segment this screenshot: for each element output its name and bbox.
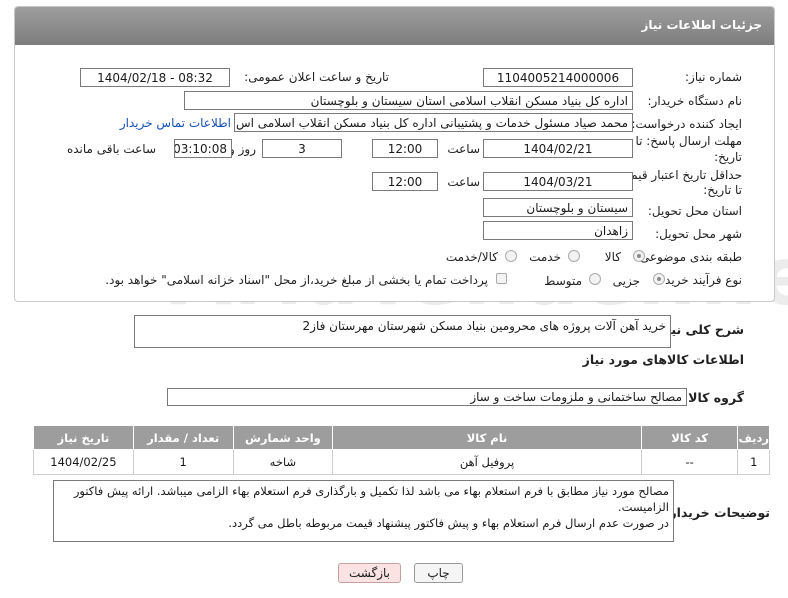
col-date: تاریخ نیاز bbox=[33, 425, 134, 450]
buyer-notes-label: توضیحات خریدار: bbox=[664, 505, 770, 520]
need-number-label: شماره نیاز: bbox=[685, 70, 742, 84]
category-both-radio[interactable] bbox=[505, 250, 517, 262]
need-number-field: 1104005214000006 bbox=[483, 68, 633, 87]
category-both-label: کالا/خدمت bbox=[445, 250, 498, 264]
cell-code: -- bbox=[640, 449, 739, 475]
goods-group-label: گروه کالا: bbox=[683, 390, 744, 405]
announce-label: تاریخ و ساعت اعلان عمومی: bbox=[244, 70, 389, 84]
announce-field: 1404/02/18 - 08:32 bbox=[80, 68, 230, 87]
category-service-label: خدمت bbox=[529, 250, 561, 264]
process-medium-label: متوسط bbox=[544, 274, 582, 288]
col-unit: واحد شمارش bbox=[232, 425, 334, 450]
col-name: نام کالا bbox=[332, 425, 642, 450]
panel-header: جزئیات اطلاعات نیاز bbox=[15, 7, 774, 45]
city-label: شهر محل تحویل: bbox=[655, 227, 742, 241]
reply-deadline-label-2: تاریخ: bbox=[714, 150, 742, 164]
category-goods-label: کالا bbox=[604, 250, 621, 264]
buyer-notes-field: مصالح مورد نیاز مطابق با فرم استعلام بها… bbox=[53, 480, 674, 542]
print-button[interactable]: چاپ bbox=[414, 563, 463, 583]
col-row: ردیف bbox=[737, 425, 770, 450]
remaining-time-field: 03:10:08 bbox=[174, 139, 232, 158]
category-label: طبقه بندی موضوعی: bbox=[635, 250, 742, 264]
category-service-radio[interactable] bbox=[568, 250, 580, 262]
price-validity-label-2: تا تاریخ: bbox=[703, 183, 742, 197]
goods-table-header: ردیف کد کالا نام کالا واحد شمارش تعداد /… bbox=[33, 425, 770, 450]
buyer-notes-line-1: مصالح مورد نیاز مطابق با فرم استعلام بها… bbox=[73, 484, 669, 498]
process-medium-radio[interactable] bbox=[589, 273, 601, 285]
buyer-contact-link[interactable]: اطلاعات تماس خریدار bbox=[120, 116, 231, 130]
days-label: روز و bbox=[229, 142, 256, 156]
creator-field: محمد صیاد مسئول خدمات و پشتیبانی اداره ک… bbox=[234, 113, 633, 132]
buyer-org-label: نام دستگاه خریدار: bbox=[647, 94, 743, 108]
cell-qty: 1 bbox=[132, 449, 234, 475]
goods-group-field: مصالح ساختمانی و ملزومات ساخت و ساز bbox=[167, 388, 687, 406]
cell-date: 1404/02/25 bbox=[33, 449, 134, 475]
price-date-field: 1404/03/21 bbox=[483, 172, 633, 191]
buyer-notes-line-2: الزامیست. bbox=[617, 500, 669, 514]
reply-date-field: 1404/02/21 bbox=[483, 139, 633, 158]
province-field: سیستان و بلوچستان bbox=[483, 198, 633, 217]
description-field: خرید آهن آلات پروژه های محرومین بنیاد مس… bbox=[134, 315, 671, 348]
province-label: استان محل تحویل: bbox=[647, 204, 742, 218]
cell-name: پروفیل آهن bbox=[332, 449, 642, 475]
panel-title: جزئیات اطلاعات نیاز bbox=[641, 18, 762, 32]
buyer-org-field: اداره کل بنیاد مسکن انقلاب اسلامی استان … bbox=[184, 91, 633, 110]
col-qty: تعداد / مقدار bbox=[132, 425, 234, 450]
goods-section-title: اطلاعات کالاهای مورد نیاز bbox=[582, 352, 744, 367]
price-time-label: ساعت bbox=[447, 175, 480, 189]
treasury-payment-note: پرداخت تمام یا بخشی از مبلغ خرید،از محل … bbox=[105, 273, 488, 287]
table-row: 1 -- پروفیل آهن شاخه 1 1404/02/25 bbox=[33, 449, 770, 475]
reply-time-label: ساعت bbox=[447, 142, 480, 156]
buyer-notes-line-3: در صورت عدم ارسال فرم استعلام بهاء و پیش… bbox=[228, 516, 669, 530]
cell-unit: شاخه bbox=[232, 449, 334, 475]
price-time-field: 12:00 bbox=[372, 172, 438, 191]
reply-time-field: 12:00 bbox=[372, 139, 438, 158]
process-label: نوع فرآیند خرید : bbox=[657, 273, 742, 287]
remaining-time-label: ساعت باقی مانده bbox=[66, 142, 156, 156]
cell-row: 1 bbox=[737, 449, 770, 475]
process-minor-label: جزیی bbox=[612, 274, 640, 288]
days-field: 3 bbox=[262, 139, 342, 158]
creator-label: ایجاد کننده درخواست: bbox=[631, 117, 742, 131]
process-minor-radio[interactable] bbox=[653, 273, 665, 285]
back-button[interactable]: بازگشت bbox=[338, 563, 401, 583]
category-goods-radio[interactable] bbox=[633, 250, 645, 262]
goods-table: ردیف کد کالا نام کالا واحد شمارش تعداد /… bbox=[33, 425, 770, 475]
col-code: کد کالا bbox=[640, 425, 739, 450]
reply-deadline-label: مهلت ارسال پاسخ: تا bbox=[635, 134, 742, 148]
price-validity-label: حداقل تاریخ اعتبار قیمت: bbox=[615, 168, 742, 182]
city-field: زاهدان bbox=[483, 221, 633, 240]
treasury-payment-checkbox[interactable] bbox=[496, 273, 507, 284]
